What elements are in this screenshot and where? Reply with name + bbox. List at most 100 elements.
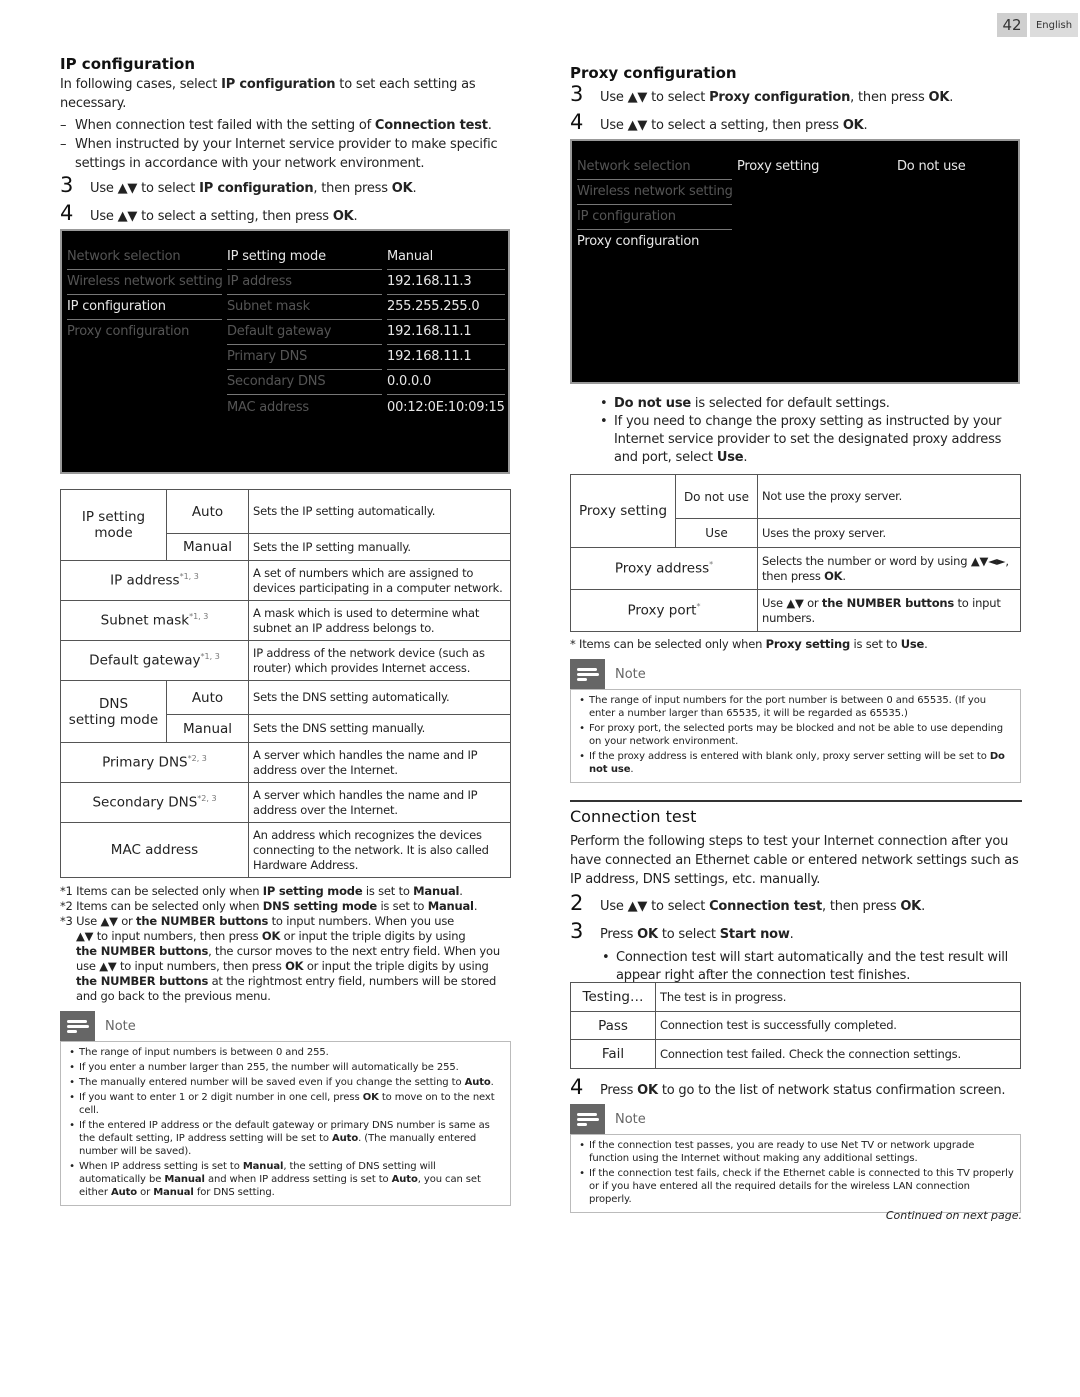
menu-item-network-selection[interactable]: Network selection <box>577 155 732 180</box>
ip-settings-table: IP setting mode Auto Sets the IP setting… <box>60 489 511 878</box>
row-desc: An address which recognizes the devices … <box>248 822 511 878</box>
value-secondary-dns: 0.0.0.0 <box>387 370 505 395</box>
option-desc: Sets the IP setting automatically. <box>248 489 511 534</box>
option-auto: Auto <box>166 680 249 715</box>
menu-item-wireless-network-setting[interactable]: Wireless network setting <box>577 180 733 205</box>
connection-result-table: Testing… The test is in progress. Pass C… <box>570 982 1021 1069</box>
ip-note: Note • The range of input numbers is betw… <box>60 1011 511 1206</box>
note-header: Note <box>60 1011 511 1041</box>
menu-item-wireless-network-setting[interactable]: Wireless network setting <box>67 270 223 295</box>
note-box: • If the connection test passes, you are … <box>570 1134 1021 1213</box>
status-testing: Testing… <box>570 982 656 1012</box>
primary-dns-label: Primary DNS*2, 3 <box>60 742 249 783</box>
section-title: Connection test <box>570 807 697 826</box>
step-3: 3 Use ▲▼ to select IP configuration, then… <box>60 173 417 197</box>
setting-secondary-dns[interactable]: Secondary DNS <box>227 370 382 395</box>
table-row: Primary DNS*2, 3 A server which handles … <box>60 742 511 783</box>
note-item: • If the connection test fails, check if … <box>579 1168 1014 1205</box>
value-proxy-setting: Do not use <box>897 159 966 174</box>
setting-mac-address: MAC address <box>227 400 309 415</box>
step-4-text: 4 Press OK to go to the list of network s… <box>570 1075 1006 1099</box>
table-row: Proxy port* Use ▲▼ or the NUMBER buttons… <box>570 589 1021 632</box>
proxy-note: Note • The range of input numbers for the… <box>570 659 1021 783</box>
value-subnet-mask: 255.255.255.0 <box>387 295 505 320</box>
note-icon <box>570 659 605 689</box>
note-icon <box>60 1011 95 1041</box>
proxy-config-tv-screen: Network selection Wireless network setti… <box>570 139 1020 384</box>
setting-proxy-setting[interactable]: Proxy setting <box>737 155 892 180</box>
section-divider <box>570 800 1022 802</box>
note-header: Note <box>570 659 1021 689</box>
proxy-port-label: Proxy port* <box>570 589 758 632</box>
page-language: English <box>1030 13 1078 37</box>
value-primary-dns: 192.168.11.1 <box>387 345 505 370</box>
value-ip-address: 192.168.11.3 <box>387 270 505 295</box>
subnet-mask-label: Subnet mask*1, 3 <box>60 600 249 641</box>
status-desc: The test is in progress. <box>655 982 1021 1012</box>
ip-address-label: IP address*1, 3 <box>60 560 249 601</box>
menu-item-ip-configuration[interactable]: IP configuration <box>67 295 222 320</box>
menu-item-proxy-configuration[interactable]: Proxy configuration <box>577 230 732 255</box>
row-desc: IP address of the network device (such a… <box>248 640 511 681</box>
note-label: Note <box>615 666 646 682</box>
note-item: • When IP address setting is set to Manua… <box>69 1161 481 1198</box>
page-number: 42 <box>997 13 1027 37</box>
row-desc: A mask which is used to determine what s… <box>248 600 511 641</box>
step-3: 3 Use ▲▼ to select Proxy configuration, t… <box>570 82 954 106</box>
dns-setting-mode-label: DNS setting mode <box>60 680 167 743</box>
status-pass: Pass <box>570 1011 656 1040</box>
setting-default-gateway[interactable]: Default gateway <box>227 320 382 345</box>
option-desc: Sets the DNS setting manually. <box>248 714 511 743</box>
connection-note: Note • If the connection test passes, you… <box>570 1104 1021 1213</box>
menu-item-proxy-configuration[interactable]: Proxy configuration <box>67 320 222 345</box>
default-gateway-label: Default gateway*1, 3 <box>60 640 249 681</box>
menu-item-ip-configuration[interactable]: IP configuration <box>577 205 732 230</box>
bullet-item: • Connection test will start automaticall… <box>602 950 1009 983</box>
option-manual: Manual <box>166 714 249 743</box>
bullet-item: • Do not use is selected for default sett… <box>600 396 890 411</box>
table-row: Proxy setting Do not use Not use the pro… <box>570 474 1021 548</box>
note-box: • The range of input numbers for the port… <box>570 689 1021 783</box>
bullet-item: • If you need to change the proxy setting… <box>600 414 1002 465</box>
status-desc: Connection test is successfully complete… <box>655 1011 1021 1040</box>
table-row: Fail Connection test failed. Check the c… <box>570 1039 1021 1069</box>
mac-address-label: MAC address <box>60 822 249 878</box>
table-row: IP address*1, 3 A set of numbers which a… <box>60 560 511 601</box>
row-desc: Use ▲▼ or the NUMBER buttons to input nu… <box>757 589 1021 632</box>
note-item: • The range of input numbers for the port… <box>579 695 986 719</box>
continued-label: Continued on next page. <box>885 1209 1022 1222</box>
note-item: • The range of input numbers is between 0… <box>69 1047 329 1058</box>
footnote-2: *2 Items can be selected only when DNS s… <box>60 899 478 913</box>
table-row: Proxy address* Selects the number or wor… <box>570 547 1021 590</box>
note-item: • The manually entered number will be sav… <box>69 1077 494 1088</box>
intro-text: In following cases, select IP configurat… <box>60 77 476 111</box>
option-desc: Not use the proxy server. <box>757 474 1021 519</box>
note-item: • If you enter a number larger than 255, … <box>69 1062 459 1073</box>
step-4: 4 Press OK to go to the list of network s… <box>570 1075 1022 1103</box>
proxy-settings-table: Proxy setting Do not use Not use the pro… <box>570 474 1021 632</box>
option-desc: Sets the IP setting manually. <box>248 533 511 561</box>
case-item: – When connection test failed with the se… <box>60 118 492 133</box>
table-row: Testing… The test is in progress. <box>570 982 1021 1012</box>
connection-test-section: Connection test Perform the following st… <box>570 800 1022 985</box>
row-desc: A set of numbers which are assigned to d… <box>248 560 511 601</box>
status-desc: Connection test failed. Check the connec… <box>655 1039 1021 1069</box>
page-badge: 42 English <box>997 13 1078 37</box>
menu-item-network-selection[interactable]: Network selection <box>67 245 222 270</box>
option-desc: Sets the DNS setting automatically. <box>248 680 511 715</box>
table-row: Subnet mask*1, 3 A mask which is used to… <box>60 600 511 641</box>
ip-config-tv-screen: Network selection Wireless network setti… <box>60 229 510 474</box>
setting-ip-setting-mode[interactable]: IP setting mode <box>227 245 382 270</box>
option-use: Use <box>675 518 758 548</box>
step-4: 4 Use ▲▼ to select a setting, then press … <box>570 110 868 134</box>
setting-ip-address[interactable]: IP address <box>227 270 382 295</box>
table-row: Default gateway*1, 3 IP address of the n… <box>60 640 511 681</box>
step-4: 4 Use ▲▼ to select a setting, then press … <box>60 201 358 225</box>
note-box: • The range of input numbers is between 0… <box>60 1041 511 1206</box>
table-row: IP setting mode Auto Sets the IP setting… <box>60 489 511 561</box>
ip-setting-mode-label: IP setting mode <box>60 489 167 561</box>
table-row: DNS setting mode Auto Sets the DNS settin… <box>60 680 511 743</box>
note-item: • If the proxy address is entered with bl… <box>579 751 1005 775</box>
setting-subnet-mask[interactable]: Subnet mask <box>227 295 382 320</box>
setting-primary-dns[interactable]: Primary DNS <box>227 345 382 370</box>
